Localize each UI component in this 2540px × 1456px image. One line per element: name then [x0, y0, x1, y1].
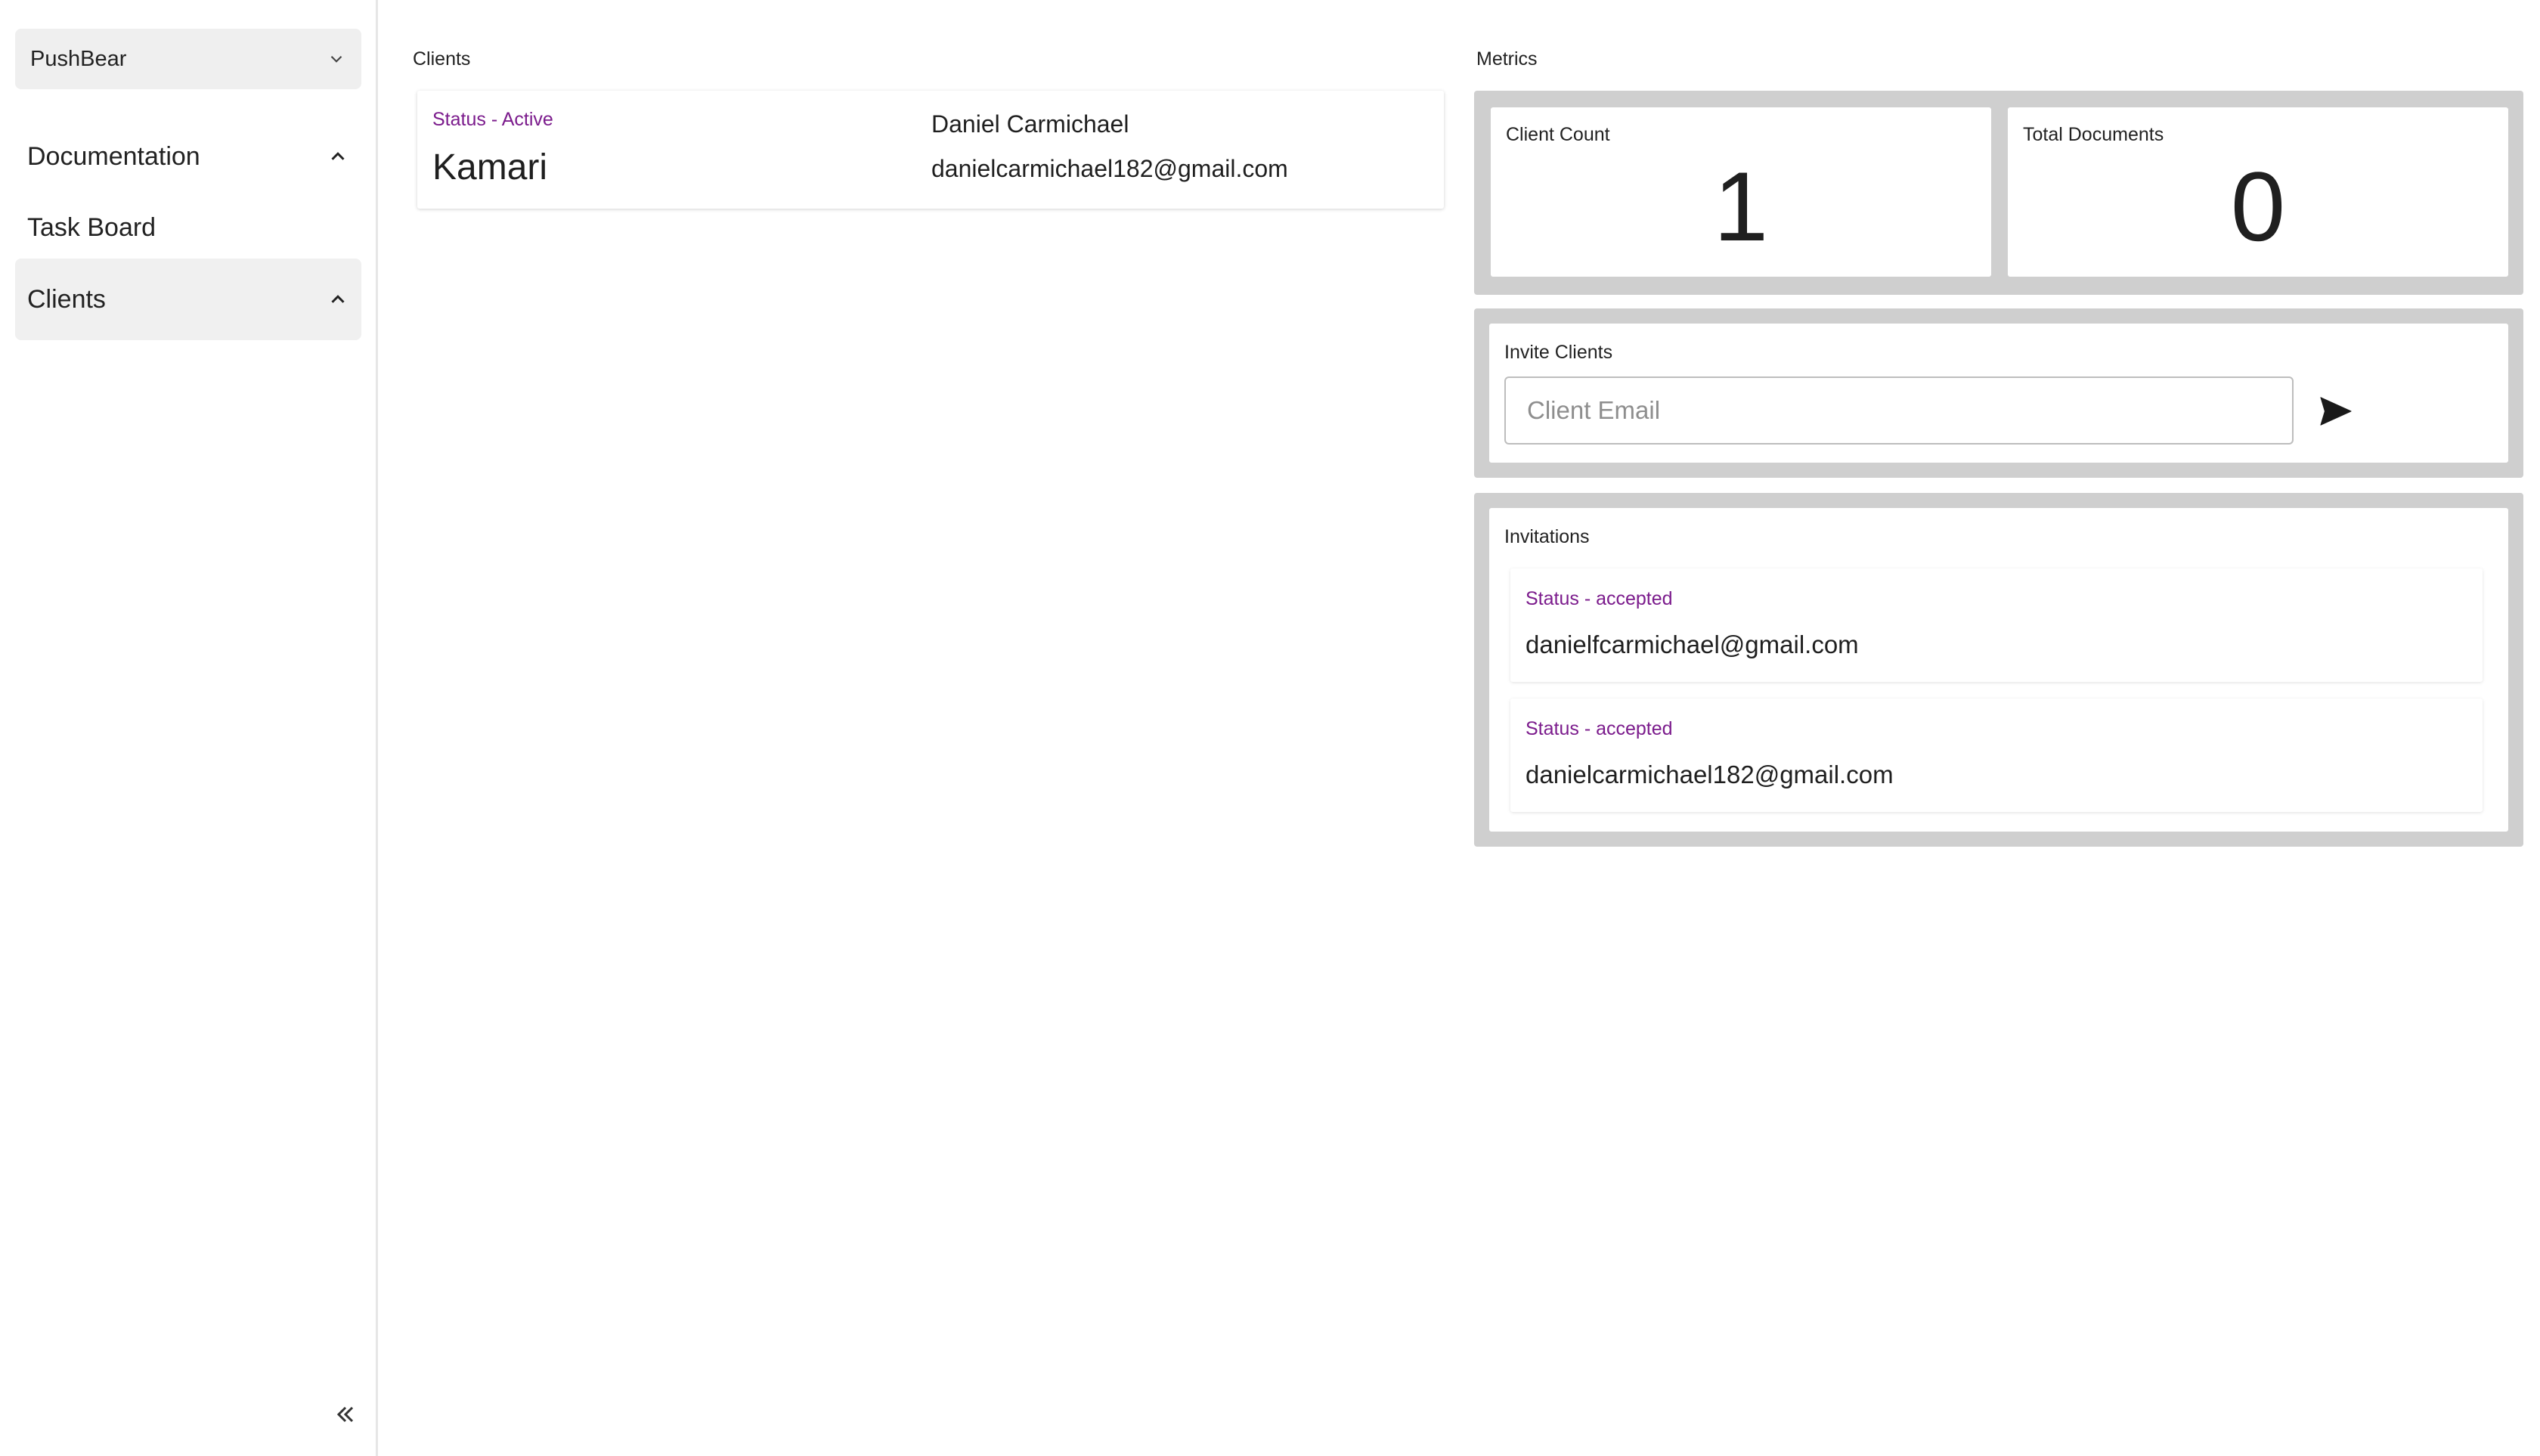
client-name: Kamari: [432, 147, 548, 187]
client-contact-name: Daniel Carmichael: [931, 110, 1129, 138]
sidebar-item-label: Task Board: [27, 212, 156, 242]
sidebar-item-task-board[interactable]: Task Board: [15, 201, 361, 254]
invitations-card: Invitations Status - accepted danielfcar…: [1489, 508, 2508, 832]
workspace-selector[interactable]: PushBear: [15, 29, 361, 89]
chevron-down-icon: [327, 49, 346, 69]
invitation-item[interactable]: Status - accepted danielcarmichael182@gm…: [1510, 699, 2483, 812]
total-documents-label: Total Documents: [2023, 124, 2164, 145]
invitations-panel: Invitations Status - accepted danielfcar…: [1474, 493, 2523, 847]
send-icon: [2319, 396, 2353, 426]
invitation-status: Status - accepted: [1526, 718, 1673, 739]
client-count-card: Client Count 1: [1491, 107, 1991, 277]
client-count-value: 1: [1713, 151, 1769, 262]
invitation-item[interactable]: Status - accepted danielfcarmichael@gmai…: [1510, 568, 2483, 682]
total-documents-value: 0: [2230, 151, 2286, 262]
invite-clients-label: Invite Clients: [1504, 342, 1613, 363]
invitations-label: Invitations: [1504, 526, 1590, 547]
chevron-up-icon[interactable]: [327, 145, 349, 168]
send-invite-button[interactable]: [2316, 393, 2356, 429]
sidebar: PushBear Documentation Task Board Client…: [0, 0, 378, 1456]
collapse-sidebar-button[interactable]: [327, 1396, 364, 1433]
invitation-status: Status - accepted: [1526, 588, 1673, 609]
client-status: Status - Active: [432, 109, 553, 130]
invite-clients-panel: Invite Clients: [1474, 308, 2523, 478]
sidebar-item-label: Clients: [27, 284, 106, 314]
total-documents-card: Total Documents 0: [2008, 107, 2508, 277]
metrics-panel: Client Count 1 Total Documents 0: [1474, 91, 2523, 295]
double-chevron-left-icon: [332, 1401, 359, 1428]
client-contact-email: danielcarmichael182@gmail.com: [931, 155, 1288, 182]
invitation-email: danielfcarmichael@gmail.com: [1526, 630, 1859, 658]
client-count-label: Client Count: [1506, 124, 1610, 145]
invite-clients-card: Invite Clients: [1489, 324, 2508, 463]
invitation-email: danielcarmichael182@gmail.com: [1526, 761, 1894, 788]
client-card[interactable]: Status - Active Kamari Daniel Carmichael…: [417, 91, 1444, 209]
metrics-section-title: Metrics: [1476, 48, 1538, 70]
workspace-label: PushBear: [30, 46, 127, 71]
chevron-up-icon[interactable]: [327, 288, 349, 311]
clients-section-title: Clients: [413, 48, 471, 70]
client-email-input[interactable]: [1504, 376, 2294, 445]
sidebar-item-documentation[interactable]: Documentation: [15, 130, 361, 183]
sidebar-item-label: Documentation: [27, 141, 200, 171]
sidebar-item-clients[interactable]: Clients: [15, 259, 361, 340]
